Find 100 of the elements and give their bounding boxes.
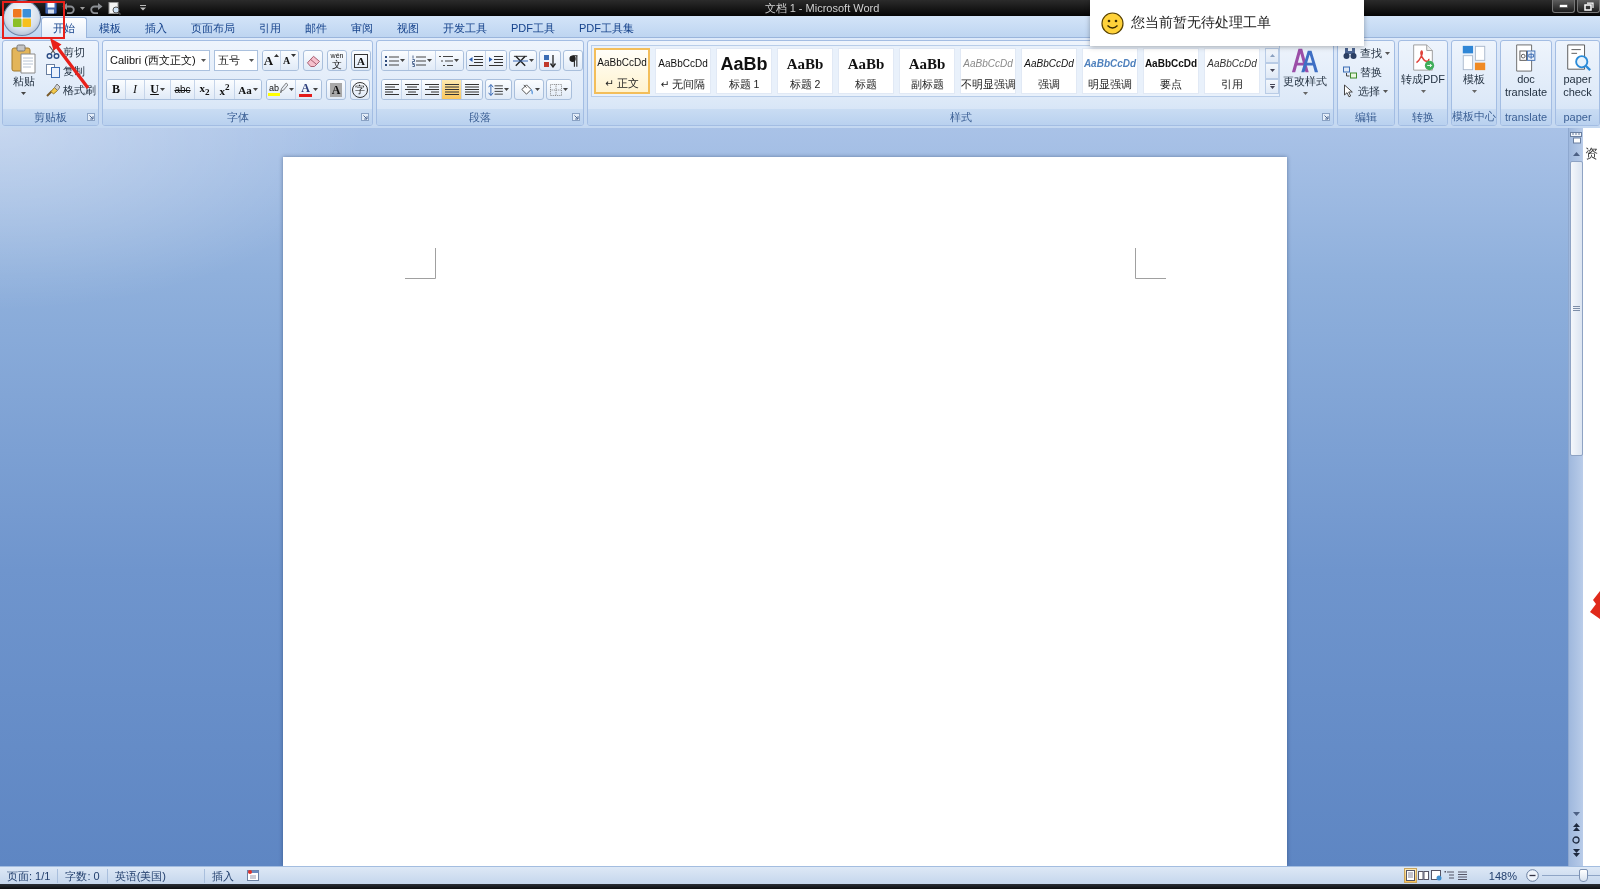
convert-pdf-button[interactable]: 转成PDF	[1399, 41, 1447, 109]
font-name-field[interactable]: Calibri (西文正文)	[106, 50, 210, 71]
ribbon-tab[interactable]: 插入	[133, 17, 179, 38]
character-shading-button[interactable]: A	[326, 79, 346, 100]
font-size-field[interactable]: 五号	[214, 50, 258, 71]
ribbon-tab[interactable]: PDF工具	[499, 17, 567, 38]
template-button[interactable]: 模板	[1452, 41, 1496, 109]
style-option[interactable]: AaBbCcDd 不明显强调	[960, 48, 1016, 94]
ribbon-tab[interactable]: 模板	[87, 17, 133, 38]
style-option[interactable]: AaBbCcDd 明显强调	[1082, 48, 1138, 94]
style-option[interactable]: AaBb 标题 1	[716, 48, 772, 94]
highlight-button[interactable]: ab	[267, 80, 296, 99]
print-preview-icon[interactable]	[108, 1, 121, 15]
subscript-button[interactable]: x$_{2}$	[195, 80, 215, 99]
dialog-launcher-icon[interactable]	[361, 113, 369, 121]
book-icon	[1417, 870, 1429, 881]
page-count: 页面: 1/1	[0, 868, 59, 883]
customize-icon[interactable]	[140, 5, 146, 11]
ribbon-tab[interactable]: 引用	[247, 17, 293, 38]
ribbon-tab[interactable]: 开始	[41, 17, 87, 38]
justify-button[interactable]	[442, 80, 462, 99]
ribbon-tab[interactable]: 审阅	[339, 17, 385, 38]
caret-icon	[1471, 90, 1477, 93]
restore-icon	[1583, 1, 1594, 11]
asian-layout-button[interactable]	[509, 50, 538, 71]
increase-indent-button[interactable]	[486, 51, 507, 70]
ribbon-tab[interactable]: 页面布局	[179, 17, 247, 38]
paper-check-button[interactable]: paper check	[1556, 41, 1599, 109]
minimize-button[interactable]	[1552, 0, 1575, 13]
change-styles-button[interactable]: 更改样式	[1282, 45, 1328, 109]
caret-icon	[159, 88, 165, 91]
undo-icon[interactable]	[62, 2, 75, 14]
margin-corner-mark	[1134, 248, 1166, 279]
ribbon-tab[interactable]: 邮件	[293, 17, 339, 38]
draft-view-button[interactable]	[1455, 868, 1469, 883]
shrink-font-button[interactable]: A	[281, 51, 298, 70]
font-color-button[interactable]: A	[296, 80, 321, 99]
strikethrough-button[interactable]: abc	[171, 80, 195, 99]
redo-icon[interactable]	[90, 2, 103, 14]
multilevel-list-button[interactable]	[435, 51, 463, 70]
insert-mode: 插入	[210, 868, 235, 883]
ribbon-tab[interactable]: 视图	[385, 17, 431, 38]
superscript-button[interactable]: x$^{2}$	[215, 80, 235, 99]
align-center-button[interactable]	[402, 80, 422, 99]
align-right-button[interactable]	[422, 80, 442, 99]
doc-translate-button[interactable]: doc translate	[1501, 41, 1551, 109]
dialog-launcher-icon[interactable]	[87, 113, 95, 121]
scroll-down-button[interactable]	[1265, 63, 1279, 79]
caret-down-icon	[291, 54, 297, 57]
dialog-launcher-icon[interactable]	[1322, 113, 1330, 121]
web-layout-button[interactable]	[1429, 868, 1443, 883]
numbering-button[interactable]	[408, 51, 436, 70]
style-option[interactable]: AaBbCcDd ↵ 正文	[594, 48, 650, 94]
grow-font-button[interactable]: A	[263, 51, 281, 70]
clear-formatting-button[interactable]	[303, 50, 323, 71]
italic-button[interactable]: I	[126, 80, 145, 99]
window-title: 文档 1 - Microsoft Word	[763, 1, 881, 16]
change-case-button[interactable]: Aa	[235, 80, 261, 99]
tag-icon[interactable]	[1590, 591, 1600, 619]
style-option[interactable]: AaBb 标题	[838, 48, 894, 94]
style-option[interactable]: AaBbCcDd 要点	[1143, 48, 1199, 94]
reading-view-button[interactable]	[1416, 868, 1430, 883]
scrollbar-thumb[interactable]	[1569, 161, 1583, 456]
browse-object-button[interactable]	[1569, 834, 1583, 845]
find-button[interactable]: 查找	[1341, 44, 1394, 62]
ribbon-tab[interactable]: PDF工具集	[567, 17, 646, 38]
zoom-slider-thumb[interactable]	[1578, 869, 1588, 882]
replace-button[interactable]: 替换	[1341, 63, 1394, 81]
save-icon[interactable]	[45, 2, 57, 14]
style-option[interactable]: AaBbCcDd 强调	[1021, 48, 1077, 94]
style-option[interactable]: AaBb 标题 2	[777, 48, 833, 94]
decrease-indent-button[interactable]	[466, 51, 487, 70]
underline-button[interactable]: U	[145, 80, 171, 99]
dialog-launcher-icon[interactable]	[572, 113, 580, 121]
bold-button[interactable]: B	[107, 80, 126, 99]
group-label: translate	[1504, 111, 1548, 123]
zoom-out-icon[interactable]	[1526, 869, 1539, 882]
sort-button[interactable]	[539, 50, 562, 71]
restore-button[interactable]	[1577, 0, 1600, 13]
language-indicator: 英语(美国)	[107, 868, 205, 883]
print-layout-button[interactable]	[1403, 868, 1417, 883]
line-spacing-button[interactable]	[485, 79, 512, 100]
office-logo-icon	[11, 7, 33, 29]
style-option[interactable]: AaBbCcDd ↵ 无间隔	[655, 48, 711, 94]
zoom-slider[interactable]	[1542, 869, 1600, 882]
ribbon-tab[interactable]: 开发工具	[431, 17, 499, 38]
style-option[interactable]: AaBbCcDd 引用	[1204, 48, 1260, 94]
bullets-button[interactable]	[382, 51, 409, 70]
align-left-button[interactable]	[382, 80, 402, 99]
ruler-toggle-icon[interactable]	[1570, 132, 1582, 144]
paste-button[interactable]: 粘贴	[6, 43, 41, 109]
select-button[interactable]: 选择	[1341, 82, 1394, 100]
enclosed-character-button[interactable]: 字	[350, 79, 370, 100]
shading-button[interactable]	[514, 79, 544, 100]
show-marks-button[interactable]	[563, 50, 583, 71]
macro-record-icon[interactable]	[246, 870, 259, 881]
distribute-button[interactable]	[462, 80, 482, 99]
borders-button[interactable]	[546, 79, 572, 100]
character-border-button[interactable]: A	[351, 50, 371, 71]
style-option[interactable]: AaBb 副标题	[899, 48, 955, 94]
